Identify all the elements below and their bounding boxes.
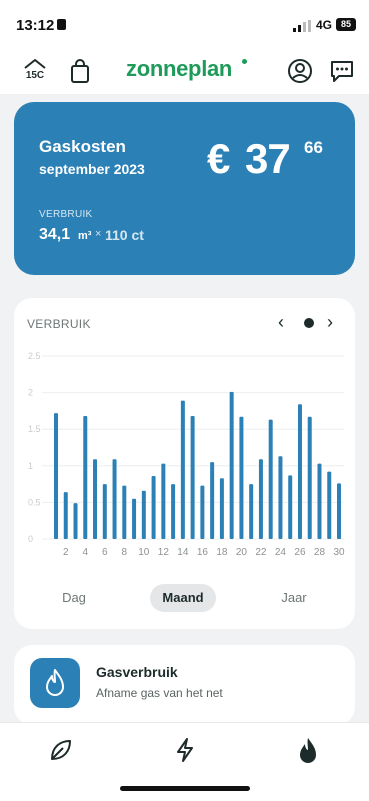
chart-bar[interactable]	[337, 483, 341, 539]
chat-icon[interactable]	[329, 58, 355, 84]
person-badge-icon	[57, 19, 66, 30]
chart-bar[interactable]	[73, 503, 78, 539]
x-tick-label: 2	[63, 547, 69, 558]
tab-month[interactable]: Maand	[150, 584, 216, 612]
x-tick-label: 30	[333, 547, 345, 558]
chart-bar[interactable]	[229, 391, 234, 539]
chart-bar[interactable]	[200, 485, 205, 539]
house-temperature-icon[interactable]: 15C	[22, 57, 48, 83]
x-tick-label: 8	[122, 547, 128, 558]
x-tick-label: 24	[275, 547, 287, 558]
chart-bar[interactable]	[141, 490, 146, 539]
battery-icon: 85	[336, 18, 356, 31]
chart-bar[interactable]	[102, 484, 107, 539]
usage-price: 110 ct	[105, 227, 144, 243]
usage-amount: 34,1	[39, 226, 71, 243]
y-tick-label: 2	[28, 388, 33, 398]
cost-amount-integer: 37	[245, 135, 291, 182]
signal-icon	[293, 20, 311, 32]
temperature-label: 15C	[26, 70, 44, 81]
gas-usage-card[interactable]: Gasverbruik Afname gas van het net	[14, 645, 355, 725]
period-tabs: Dag Maand Jaar	[14, 584, 355, 612]
gas-icon-tile	[30, 658, 80, 708]
y-tick-label: 0	[28, 534, 33, 544]
x-tick-label: 4	[82, 547, 88, 558]
chart-bar[interactable]	[93, 459, 98, 539]
chart-bar[interactable]	[63, 492, 68, 539]
cost-period: september 2023	[39, 161, 145, 177]
chart-bar[interactable]	[317, 463, 322, 539]
usage-multiplier: ×	[95, 228, 102, 240]
user-profile-icon[interactable]	[287, 58, 313, 84]
cost-currency: €	[207, 135, 231, 182]
chart-bar[interactable]	[258, 459, 263, 539]
lightning-icon[interactable]	[172, 737, 198, 768]
y-tick-label: 1.5	[28, 424, 41, 434]
flame-icon[interactable]	[295, 736, 321, 769]
chart-bar[interactable]	[297, 404, 302, 539]
chart-bar[interactable]	[268, 419, 273, 539]
chart-bar[interactable]	[278, 456, 283, 539]
usage-unit: m³	[78, 230, 92, 242]
chart-bar[interactable]	[122, 485, 127, 539]
gas-card-subtitle: Afname gas van het net	[96, 686, 223, 700]
x-tick-label: 28	[314, 547, 326, 558]
x-tick-label: 22	[255, 547, 267, 558]
usage-bar-chart: 00.511.522.52 4 6 8 10 12 14 16 18 20 22 24 26 28 30	[28, 351, 345, 558]
cost-title: Gaskosten	[39, 137, 126, 156]
status-bar	[0, 0, 369, 52]
chart-bar[interactable]	[180, 400, 185, 539]
network-type: 4G	[316, 18, 333, 32]
chart-bar[interactable]	[288, 475, 293, 539]
x-tick-label: 20	[236, 547, 248, 558]
flame-icon	[46, 669, 64, 696]
brand-logo: zonneplan	[126, 56, 233, 81]
chart-bar[interactable]	[54, 413, 58, 539]
leaf-icon[interactable]	[48, 737, 74, 768]
x-tick-label: 26	[294, 547, 306, 558]
tab-day[interactable]: Dag	[44, 584, 104, 612]
x-tick-label: 16	[197, 547, 209, 558]
gas-cost-card[interactable]: Gaskosten september 2023 € 37 66 VERBRUI…	[14, 102, 355, 275]
chart-bar[interactable]	[327, 471, 332, 539]
y-tick-label: 1	[28, 461, 33, 471]
usage-chart-card: VERBRUIK ‹ › 0 0.5 1 1.5 2 2.5 2 4 6 8 10 12 14 16 18 2…	[14, 298, 355, 629]
chart-bar[interactable]	[210, 462, 215, 539]
home-indicator	[120, 786, 250, 791]
chart-bar[interactable]	[161, 463, 166, 539]
x-tick-label: 10	[138, 547, 150, 558]
chart-bar[interactable]	[112, 459, 117, 539]
x-tick-label: 18	[216, 547, 228, 558]
chart-bar[interactable]	[239, 416, 244, 539]
chart-bar[interactable]	[83, 416, 88, 539]
chart-bar[interactable]	[249, 484, 254, 539]
chart-bar[interactable]	[171, 484, 176, 539]
chart-bar[interactable]	[219, 478, 224, 539]
tab-year[interactable]: Jaar	[264, 584, 324, 612]
status-time: 13:12	[16, 17, 55, 34]
chart-bar[interactable]	[307, 416, 312, 539]
gas-card-title: Gasverbruik	[96, 664, 178, 680]
x-tick-label: 6	[102, 547, 108, 558]
usage-label: VERBRUIK	[39, 209, 93, 220]
shopping-bag-icon[interactable]	[68, 58, 94, 84]
brand-logo-dot	[242, 59, 247, 64]
chart-bar[interactable]	[132, 498, 137, 539]
chart-bar[interactable]	[151, 476, 156, 539]
chart-bar[interactable]	[190, 416, 195, 539]
cost-amount-decimals: 66	[304, 138, 323, 157]
x-tick-label: 14	[177, 547, 189, 558]
y-tick-label: 2.5	[28, 351, 41, 361]
y-tick-label: 0.5	[28, 497, 41, 507]
x-tick-label: 12	[158, 547, 170, 558]
